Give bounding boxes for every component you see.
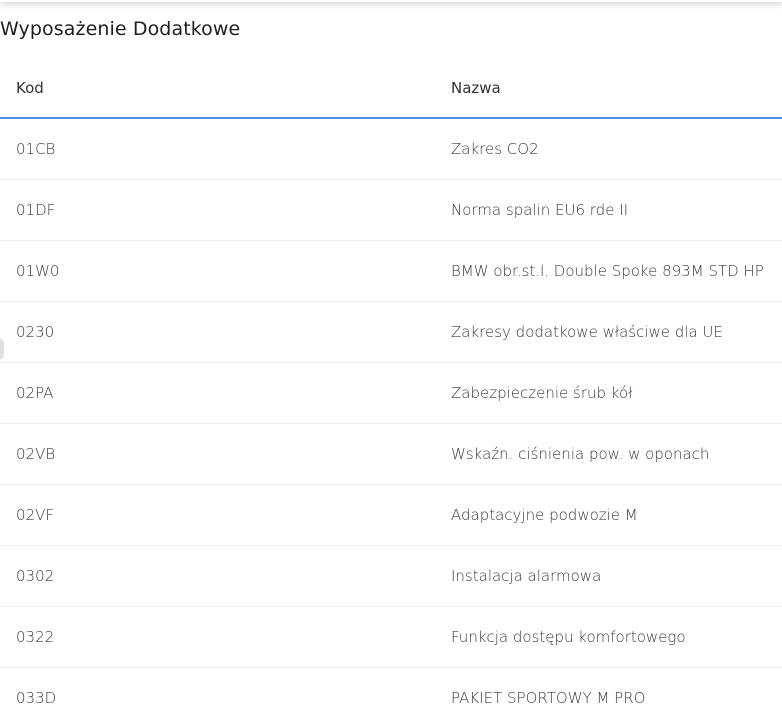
table-row: 02PA Zabezpieczenie śrub kół xyxy=(0,362,782,424)
cell-name: Instalacja alarmowa xyxy=(435,545,782,607)
cell-name: Zakres CO2 xyxy=(435,118,782,180)
header-row: Kod Nazwa xyxy=(0,59,782,119)
cell-name: BMW obr.st.l. Double Spoke 893M STD HP xyxy=(435,240,782,302)
cell-code: 033D xyxy=(0,667,435,712)
column-header-name: Nazwa xyxy=(435,59,782,119)
table-row: 0230 Zakresy dodatkowe właściwe dla UE xyxy=(0,301,782,363)
equipment-table: Kod Nazwa 01CB Zakres CO2 01DF Norma spa… xyxy=(0,59,782,712)
top-bar-shadow xyxy=(0,0,782,2)
cell-code: 0322 xyxy=(0,606,435,668)
cell-name: Adaptacyjne podwozie M xyxy=(435,484,782,546)
cell-name: Zabezpieczenie śrub kół xyxy=(435,362,782,424)
table-row: 02VB Wskaźn. ciśnienia pow. w oponach xyxy=(0,423,782,485)
cell-code: 02VF xyxy=(0,484,435,546)
cell-name: Zakresy dodatkowe właściwe dla UE xyxy=(435,301,782,363)
table-header: Kod Nazwa xyxy=(0,59,782,119)
table-row: 02VF Adaptacyjne podwozie M xyxy=(0,484,782,546)
cell-code: 02VB xyxy=(0,423,435,485)
cell-name: Funkcja dostępu komfortowego xyxy=(435,606,782,668)
section-title: Wyposażenie Dodatkowe xyxy=(0,18,241,40)
table-row: 01CB Zakres CO2 xyxy=(0,118,782,180)
cell-name: PAKIET SPORTOWY M PRO xyxy=(435,667,782,712)
cell-code: 01CB xyxy=(0,118,435,180)
table-row: 01DF Norma spalin EU6 rde II xyxy=(0,179,782,241)
page: Wyposażenie Dodatkowe Kod Nazwa 01CB Zak… xyxy=(0,0,782,712)
table-row: 033D PAKIET SPORTOWY M PRO xyxy=(0,667,782,712)
cell-code: 0302 xyxy=(0,545,435,607)
table-row: 01W0 BMW obr.st.l. Double Spoke 893M STD… xyxy=(0,240,782,302)
cell-code: 0230 xyxy=(0,301,435,363)
cell-code: 01W0 xyxy=(0,240,435,302)
cell-code: 01DF xyxy=(0,179,435,241)
table-body: 01CB Zakres CO2 01DF Norma spalin EU6 rd… xyxy=(0,118,782,712)
cell-name: Norma spalin EU6 rde II xyxy=(435,179,782,241)
column-header-code: Kod xyxy=(0,59,435,119)
table-row: 0302 Instalacja alarmowa xyxy=(0,545,782,607)
cell-code: 02PA xyxy=(0,362,435,424)
table-row: 0322 Funkcja dostępu komfortowego xyxy=(0,606,782,668)
cell-name: Wskaźn. ciśnienia pow. w oponach xyxy=(435,423,782,485)
